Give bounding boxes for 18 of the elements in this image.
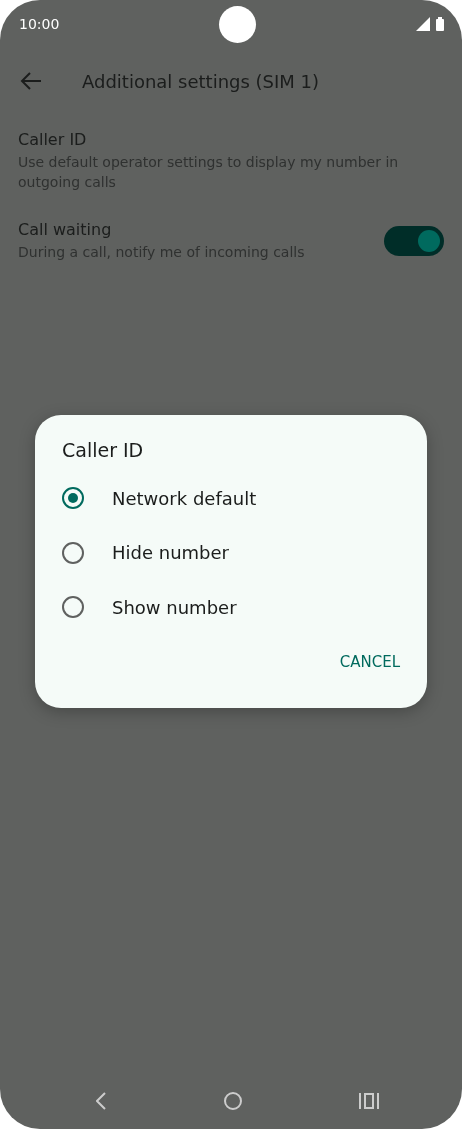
screen-title: Additional settings (SIM 1)	[82, 70, 320, 92]
back-icon[interactable]	[96, 1092, 106, 1110]
camera-cutout	[219, 5, 257, 43]
radio-button[interactable]	[62, 541, 84, 564]
status-time: 10:00	[19, 16, 60, 32]
option-label[interactable]: Hide number	[112, 542, 229, 564]
dialog-title: Caller ID	[62, 439, 145, 461]
back-arrow-icon[interactable]	[20, 71, 42, 91]
toggle-switch[interactable]	[384, 226, 444, 256]
option-label[interactable]: Network default	[112, 487, 257, 509]
signal-icon	[416, 17, 430, 31]
home-icon[interactable]	[222, 1091, 243, 1111]
cancel-button[interactable]: CANCEL	[339, 646, 400, 677]
recents-icon[interactable]	[359, 1093, 379, 1109]
radio-button[interactable]	[62, 487, 84, 510]
radio-button[interactable]	[62, 596, 84, 619]
battery-icon	[436, 17, 444, 31]
option-label[interactable]: Show number	[112, 596, 237, 618]
